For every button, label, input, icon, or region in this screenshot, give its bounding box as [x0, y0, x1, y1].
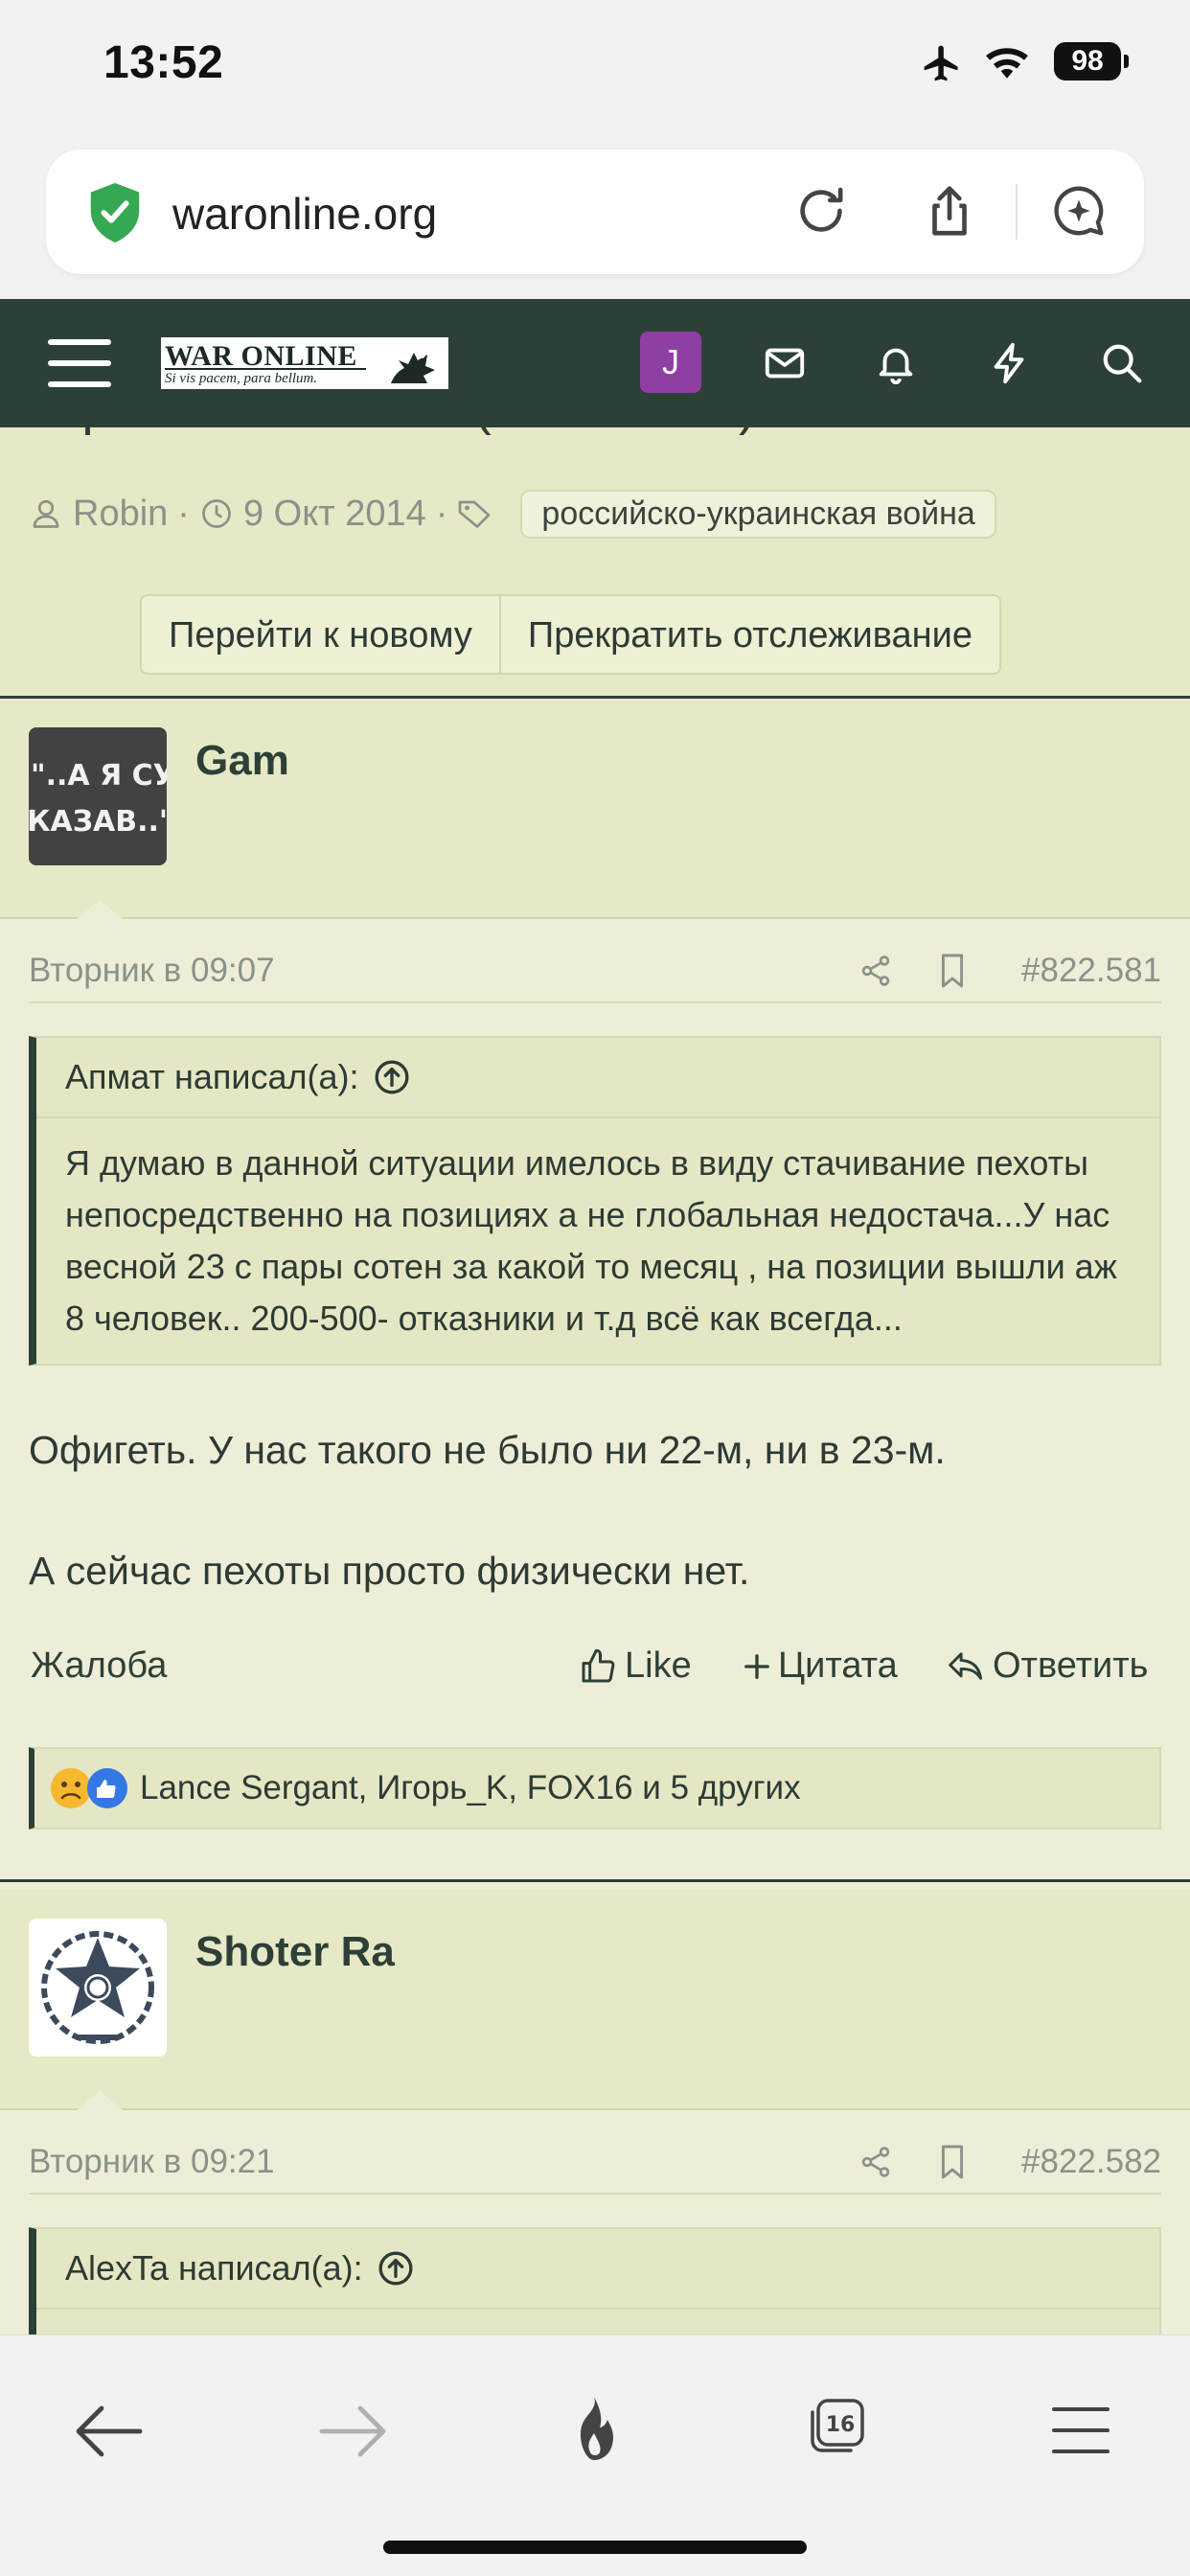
thumbs-up-icon: [579, 1647, 617, 1686]
post-meta: Вторник в 09:07 #822.581: [29, 944, 1161, 1003]
battery-tip: [1124, 55, 1129, 68]
lightning-icon[interactable]: [987, 341, 1031, 385]
thread-header: Украинская война (2022-2025) Robin · 9 О…: [0, 427, 1190, 699]
meta-separator: ·: [177, 493, 190, 534]
thread-date[interactable]: 9 Окт 2014: [243, 494, 426, 535]
post-username[interactable]: Gam: [195, 737, 289, 785]
knight-emblem-icon: [385, 341, 445, 387]
reply-icon: [947, 1649, 985, 1684]
quote-text: Я думаю в данной ситуации имелось в виду…: [65, 1143, 1117, 1338]
arrow-up-circle-icon[interactable]: [377, 2249, 415, 2288]
back-arrow-icon[interactable]: [75, 2403, 144, 2460]
browser-bottom-toolbar: 16: [0, 2334, 1190, 2576]
like-reaction-icon: [86, 1767, 128, 1809]
post-username[interactable]: Shoter Ra: [195, 1928, 395, 1976]
quote-block: Апмат написал(а): Я думаю в данной ситуа…: [29, 1036, 1161, 1366]
bookmark-icon[interactable]: [937, 952, 968, 990]
wifi-icon: [983, 42, 1031, 80]
quote-label: Цитата: [778, 1645, 898, 1686]
reply-label: Ответить: [993, 1645, 1149, 1686]
thread-meta: Robin · 9 Окт 2014 · российско-украинска…: [29, 487, 996, 540]
post-text-line: Офигеть. У нас такого не было ни 22-м, н…: [29, 1428, 946, 1472]
quote-header[interactable]: Апмат написал(а):: [36, 1038, 1159, 1118]
address-bar[interactable]: waronline.org: [46, 150, 1144, 274]
like-label: Like: [625, 1645, 692, 1686]
tab-count: 16: [826, 2413, 856, 2437]
reactions-text: Lance Sergant, Игорь_K, FOX16 и 5 других: [140, 1769, 801, 1806]
clock-icon: [199, 496, 234, 531]
search-icon[interactable]: [1100, 341, 1144, 385]
post-date[interactable]: Вторник в 09:21: [29, 2143, 275, 2181]
post-number[interactable]: #822.582: [1021, 2143, 1161, 2181]
address-bar-divider: [1016, 184, 1018, 240]
quote-author: AlexTa написал(а):: [65, 2248, 363, 2288]
avatar-text-line-1: "..А Я СУКА: [31, 759, 167, 793]
post-text-line: А сейчас пехоты просто физически нет.: [29, 1549, 750, 1593]
avatar-text-line-2: КАЗАВ..": [29, 805, 167, 839]
quote-author: Апмат написал(а):: [65, 1057, 359, 1096]
browser-toolbar: waronline.org: [0, 134, 1190, 299]
site-logo[interactable]: WAR ONLINE Si vis pacem, para bellum.: [161, 337, 448, 389]
battery-indicator: 98: [1054, 42, 1121, 80]
browser-menu-icon[interactable]: [1052, 2406, 1110, 2454]
flame-icon[interactable]: [563, 2395, 625, 2464]
logo-motto: Si vis pacem, para bellum.: [165, 371, 318, 386]
status-bar: 13:52 98: [0, 0, 1190, 134]
post-pointer: [77, 2091, 123, 2110]
ai-assistant-icon[interactable]: [1048, 181, 1110, 241]
reactions-bar[interactable]: Lance Sergant, Игорь_K, FOX16 и 5 других: [29, 1747, 1161, 1829]
reply-button[interactable]: Ответить: [947, 1645, 1148, 1687]
thread-author[interactable]: Robin: [73, 494, 168, 535]
post-user-block: "..А Я СУКА КАЗАВ.." Gam: [0, 699, 1190, 919]
report-button[interactable]: Жалоба: [31, 1645, 167, 1687]
go-to-new-button[interactable]: Перейти к новому: [142, 596, 499, 673]
user-icon: [29, 496, 63, 531]
user-avatar-image[interactable]: [29, 1919, 167, 2057]
post-number[interactable]: #822.581: [1021, 952, 1161, 990]
like-button[interactable]: Like: [579, 1645, 692, 1687]
bookmark-icon[interactable]: [937, 2143, 968, 2181]
thread-button-group: Перейти к новому Прекратить отслеживание: [140, 594, 1001, 675]
quote-header[interactable]: AlexTa написал(а):: [36, 2229, 1159, 2310]
post-pointer: [77, 900, 123, 919]
url-text[interactable]: waronline.org: [172, 188, 437, 240]
forward-arrow-icon[interactable]: [318, 2403, 387, 2460]
status-time: 13:52: [103, 37, 224, 88]
share-icon[interactable]: [920, 181, 979, 241]
post-meta: Вторник в 09:21 #822.582: [29, 2135, 1161, 2195]
post-actions: Жалоба Like Цитата Ответить: [31, 1645, 1161, 1699]
post-separator: [0, 1879, 1190, 1882]
site-header: WAR ONLINE Si vis pacem, para bellum. J: [0, 299, 1190, 427]
unwatch-button[interactable]: Прекратить отслеживание: [498, 596, 999, 673]
logo-underline: [165, 368, 366, 370]
tags-icon: [457, 496, 497, 531]
user-avatar-image[interactable]: "..А Я СУКА КАЗАВ..": [29, 727, 167, 865]
post-date[interactable]: Вторник в 09:07: [29, 952, 275, 990]
share-post-icon[interactable]: [858, 952, 893, 990]
bell-icon[interactable]: [874, 341, 918, 385]
share-post-icon[interactable]: [858, 2143, 893, 2181]
page-content: Украинская война (2022-2025) Robin · 9 О…: [0, 427, 1190, 2334]
tabs-icon[interactable]: 16: [807, 2395, 868, 2456]
meta-separator: ·: [435, 493, 448, 534]
plus-icon: [744, 1653, 770, 1680]
thread-title: Украинская война (2022-2025): [29, 427, 756, 437]
menu-icon[interactable]: [48, 337, 111, 389]
arrow-up-circle-icon[interactable]: [373, 1058, 411, 1096]
quote-block: AlexTa написал(а):: [29, 2227, 1161, 2334]
inbox-icon[interactable]: [763, 341, 807, 385]
shield-check-icon: [84, 181, 146, 244]
thread-tag[interactable]: российско-украинская война: [520, 489, 996, 539]
airplane-icon: [920, 42, 964, 84]
post: Shoter Ra Вторник в 09:21 #822.582 AlexT…: [0, 1890, 1190, 2334]
user-avatar[interactable]: J: [640, 332, 701, 393]
quote-button[interactable]: Цитата: [744, 1645, 898, 1687]
reload-icon[interactable]: [791, 181, 851, 241]
post-user-block: Shoter Ra: [0, 1890, 1190, 2110]
home-indicator: [383, 2541, 807, 2554]
